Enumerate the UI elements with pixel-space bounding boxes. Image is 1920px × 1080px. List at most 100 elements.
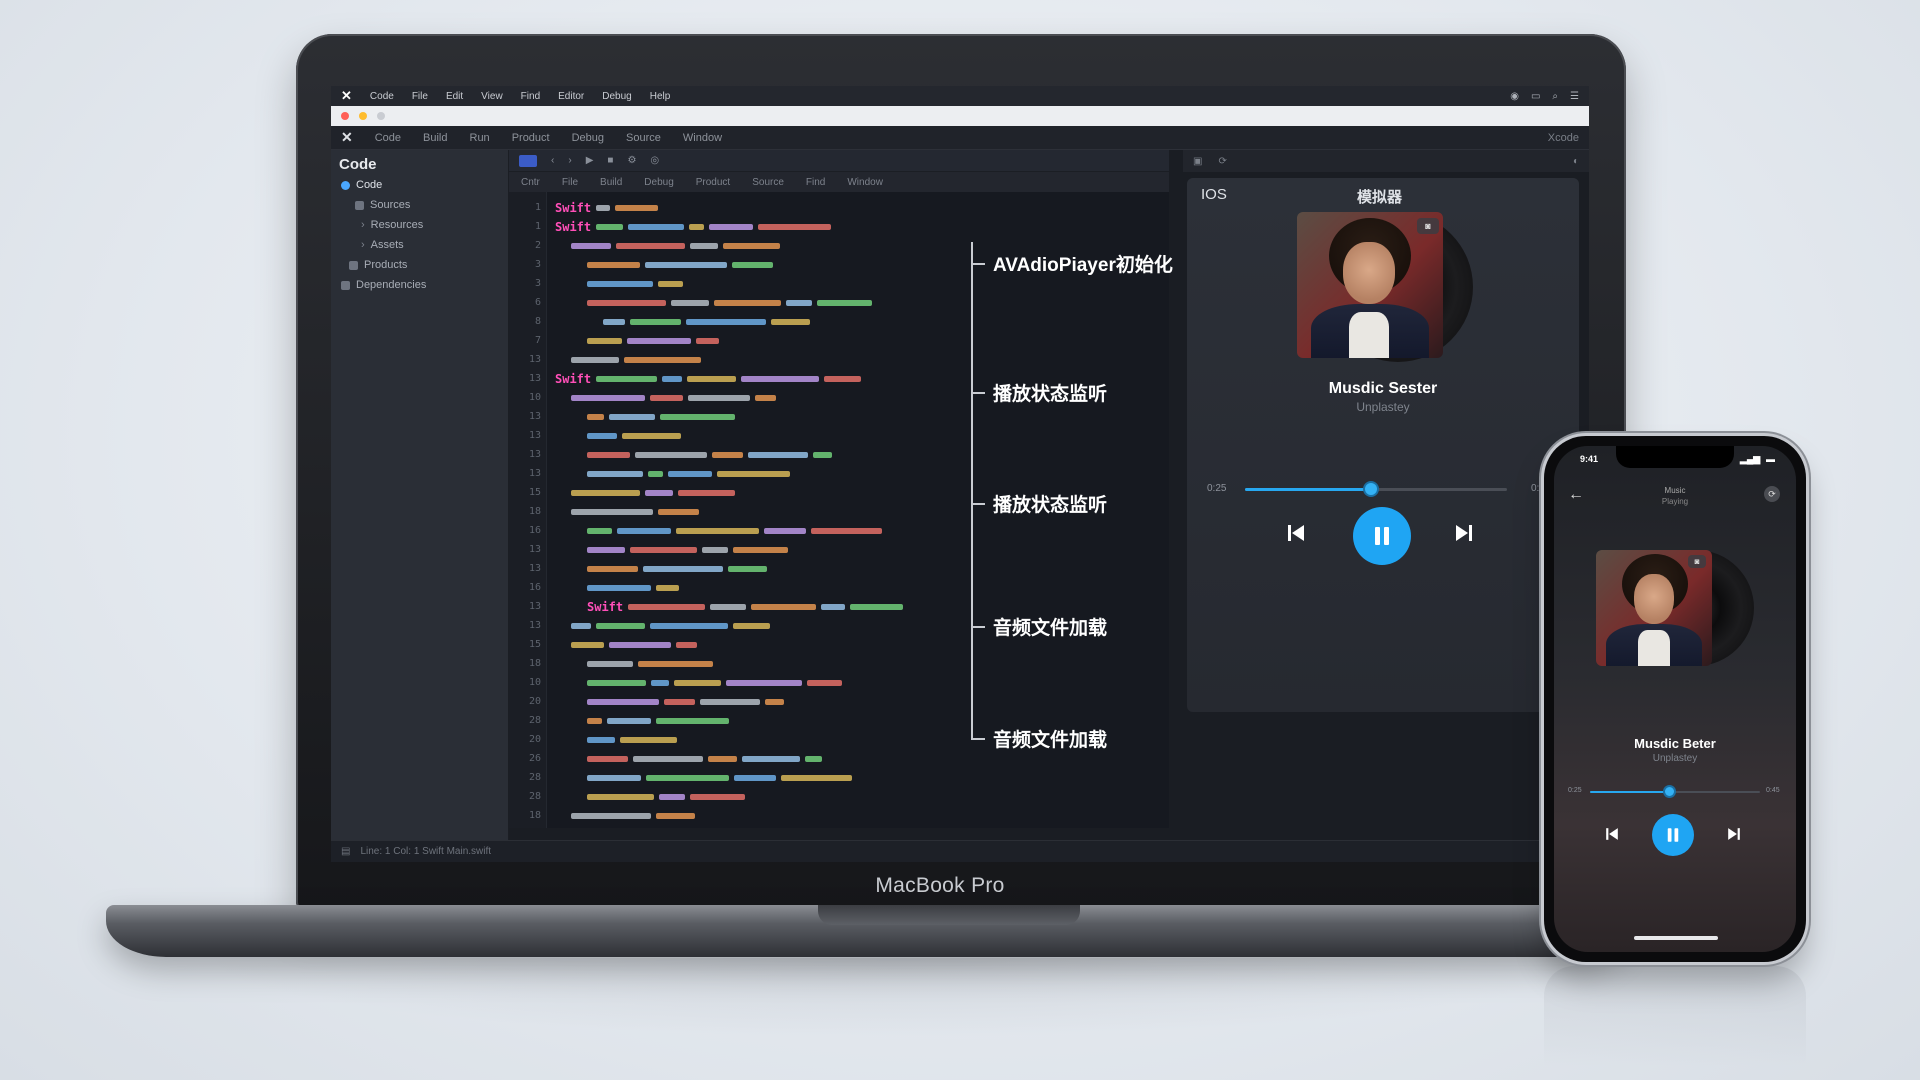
toolbar-item[interactable]: Product [512, 132, 550, 144]
code-line[interactable]: 18 [509, 654, 1169, 673]
jump-bar-item[interactable]: Debug [644, 177, 673, 188]
menu-item[interactable]: Help [650, 91, 671, 102]
tab-ios[interactable]: IOS [1201, 186, 1227, 203]
phone-notch [1616, 446, 1734, 468]
code-line[interactable]: 20 [509, 692, 1169, 711]
jump-bar-item[interactable]: Cntr [521, 177, 540, 188]
code-line[interactable]: 13 [509, 540, 1169, 559]
menu-item[interactable]: View [481, 91, 503, 102]
jump-bar-item[interactable]: File [562, 177, 578, 188]
code-line[interactable]: 16 [509, 578, 1169, 597]
toolbar-item[interactable]: Run [470, 132, 490, 144]
layout-toggle-icon[interactable] [519, 154, 537, 167]
code-token [850, 603, 904, 610]
code-token [728, 565, 767, 572]
code-token [596, 622, 645, 629]
code-token [587, 698, 659, 705]
forward-icon[interactable]: › [568, 155, 571, 166]
search-icon[interactable]: ⌕ [1552, 91, 1558, 102]
code-token [662, 375, 683, 382]
sidebar-item-sources[interactable]: Sources [331, 195, 508, 215]
code-token [646, 774, 729, 781]
previous-track-button[interactable] [1281, 518, 1311, 548]
progress-thumb[interactable] [1665, 787, 1675, 796]
tab-simulator[interactable]: 模拟器 [1357, 186, 1402, 207]
control-center-icon[interactable]: ☰ [1570, 91, 1579, 102]
code-line[interactable]: 7 [509, 331, 1169, 350]
toolbar-item[interactable]: Window [683, 132, 722, 144]
toolbar-item[interactable]: Debug [572, 132, 604, 144]
next-track-button[interactable] [1449, 518, 1479, 548]
settings-icon[interactable]: ◐ [1573, 156, 1579, 167]
line-number: 10 [528, 677, 541, 688]
menu-app-name[interactable]: Code [370, 91, 394, 102]
simulator-header: ▣ ⟳ ◐ [1183, 150, 1589, 172]
menu-item[interactable]: Debug [602, 91, 631, 102]
back-icon[interactable]: ‹ [551, 155, 554, 166]
code-line[interactable]: 13 [509, 464, 1169, 483]
progress-slider[interactable] [1590, 791, 1760, 793]
code-line[interactable]: 8 [509, 312, 1169, 331]
battery-icon[interactable]: ▭ [1531, 91, 1540, 102]
jump-bar-item[interactable]: Window [847, 177, 883, 188]
menu-item[interactable]: Edit [446, 91, 463, 102]
sidebar-item-dependencies[interactable]: Dependencies [331, 275, 508, 295]
code-line[interactable]: 13 [509, 426, 1169, 445]
code-line[interactable]: 6 [509, 293, 1169, 312]
previous-icon [1288, 525, 1304, 541]
code-text [587, 755, 822, 762]
menu-item[interactable]: File [412, 91, 428, 102]
jump-bar-item[interactable]: Find [806, 177, 825, 188]
stop-icon[interactable]: ■ [607, 155, 613, 166]
run-icon[interactable]: ▶ [586, 155, 594, 166]
progress-thumb[interactable] [1364, 483, 1377, 495]
wifi-icon[interactable]: ◉ [1510, 91, 1519, 102]
project-navigator: Code Code Sources › Resources › Assets P… [331, 150, 509, 840]
jump-bar-item[interactable]: Build [600, 177, 622, 188]
zoom-window-button[interactable] [377, 112, 385, 120]
previous-track-button[interactable] [1600, 822, 1624, 846]
code-token [758, 223, 832, 230]
pause-icon [1667, 828, 1679, 842]
device-icon[interactable]: ▣ [1193, 156, 1202, 167]
code-line[interactable]: 16 [509, 521, 1169, 540]
share-icon[interactable]: ⟳ [1764, 486, 1780, 502]
code-line[interactable]: 13 [509, 445, 1169, 464]
jump-bar-item[interactable]: Product [696, 177, 730, 188]
code-line[interactable]: 28 [509, 787, 1169, 806]
sidebar-item-resources[interactable]: › Resources [331, 215, 508, 235]
home-indicator[interactable] [1634, 936, 1718, 940]
code-text [587, 432, 681, 439]
sidebar-item-products[interactable]: Products [331, 255, 508, 275]
minimize-window-button[interactable] [359, 112, 367, 120]
menu-item[interactable]: Find [521, 91, 540, 102]
code-line[interactable]: 28 [509, 768, 1169, 787]
code-line[interactable]: 18 [509, 806, 1169, 825]
jump-bar-item[interactable]: Source [752, 177, 784, 188]
close-icon[interactable]: ✕ [341, 129, 353, 146]
scheme-icon[interactable]: ⚙ [627, 155, 636, 166]
toolbar-item[interactable]: Source [626, 132, 661, 144]
code-token [607, 717, 651, 724]
debug-icon[interactable]: ◎ [650, 155, 659, 166]
code-text [587, 261, 773, 268]
code-line[interactable]: 13 [509, 350, 1169, 369]
toolbar-item[interactable]: Build [423, 132, 447, 144]
code-line[interactable]: 10 [509, 673, 1169, 692]
rotate-icon[interactable]: ⟳ [1218, 156, 1226, 167]
sidebar-item-code[interactable]: Code [331, 175, 508, 195]
sidebar-item-assets[interactable]: › Assets [331, 235, 508, 255]
menu-item[interactable]: Editor [558, 91, 584, 102]
pause-button[interactable] [1353, 507, 1411, 565]
code-line[interactable]: 13 [509, 407, 1169, 426]
pause-button[interactable] [1652, 814, 1694, 856]
code-line[interactable]: 1 Swift [509, 217, 1169, 236]
code-line[interactable]: 1 Swift [509, 198, 1169, 217]
close-window-button[interactable] [341, 112, 349, 120]
chevron-right-icon: › [361, 239, 365, 251]
next-track-button[interactable] [1722, 822, 1746, 846]
close-x-icon[interactable]: ✕ [341, 88, 352, 104]
next-icon [1728, 828, 1740, 840]
code-text [587, 546, 788, 553]
code-line[interactable]: 13 [509, 559, 1169, 578]
